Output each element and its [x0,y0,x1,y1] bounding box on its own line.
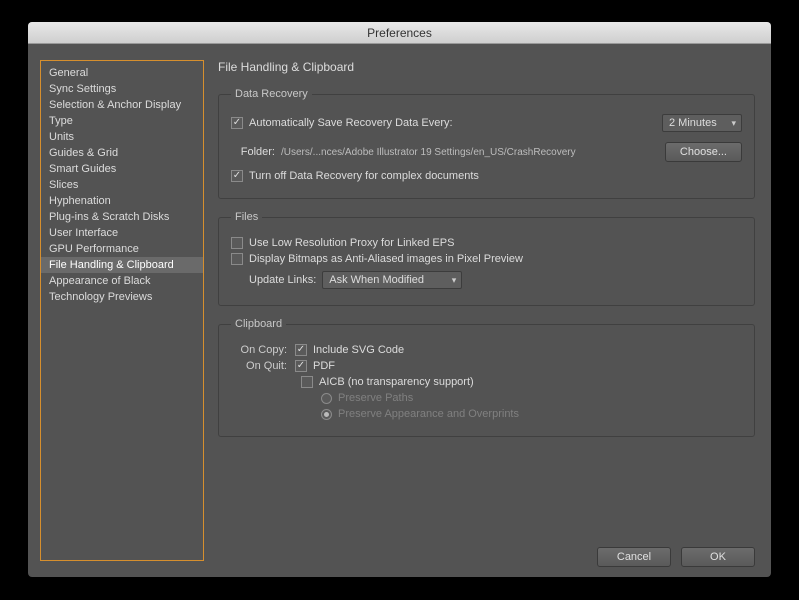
sidebar-item-appearance-black[interactable]: Appearance of Black [41,273,203,289]
sidebar-item-plugins-scratch[interactable]: Plug-ins & Scratch Disks [41,209,203,225]
label-bitmaps-antialias: Display Bitmaps as Anti-Aliased images i… [249,253,523,265]
folder-path: /Users/...nces/Adobe Illustrator 19 Sett… [281,147,576,158]
fieldset-clipboard: Clipboard On Copy: Include SVG Code On Q… [218,318,755,437]
label-aicb: AICB (no transparency support) [319,376,474,388]
sidebar-item-hyphenation[interactable]: Hyphenation [41,193,203,209]
sidebar-item-file-handling-clipboard[interactable]: File Handling & Clipboard [41,257,203,273]
sidebar-item-user-interface[interactable]: User Interface [41,225,203,241]
sidebar-item-selection-anchor[interactable]: Selection & Anchor Display [41,97,203,113]
footer: Cancel OK [218,539,755,567]
label-auto-save: Automatically Save Recovery Data Every: [249,117,453,129]
checkbox-auto-save[interactable] [231,117,243,129]
sidebar-item-type[interactable]: Type [41,113,203,129]
sidebar-item-sync-settings[interactable]: Sync Settings [41,81,203,97]
legend-data-recovery: Data Recovery [231,88,312,100]
sidebar-item-guides-grid[interactable]: Guides & Grid [41,145,203,161]
label-on-copy: On Copy: [231,344,295,356]
label-turn-off-complex: Turn off Data Recovery for complex docum… [249,170,479,182]
preferences-window: Preferences General Sync Settings Select… [28,22,771,577]
panel-title: File Handling & Clipboard [218,60,755,74]
label-preserve-paths: Preserve Paths [338,392,413,404]
checkbox-aicb[interactable] [301,376,313,388]
sidebar-item-units[interactable]: Units [41,129,203,145]
label-low-res-proxy: Use Low Resolution Proxy for Linked EPS [249,237,454,249]
sidebar-item-general[interactable]: General [41,65,203,81]
sidebar-item-slices[interactable]: Slices [41,177,203,193]
radio-preserve-paths[interactable] [321,393,332,404]
cancel-button[interactable]: Cancel [597,547,671,567]
dropdown-update-links[interactable]: Ask When Modified [322,271,462,289]
checkbox-turn-off-complex[interactable] [231,170,243,182]
checkbox-include-svg[interactable] [295,344,307,356]
sidebar-item-technology-previews[interactable]: Technology Previews [41,289,203,305]
fieldset-files: Files Use Low Resolution Proxy for Linke… [218,211,755,306]
label-on-quit: On Quit: [231,360,295,372]
ok-button[interactable]: OK [681,547,755,567]
choose-button[interactable]: Choose... [665,142,742,162]
sidebar-item-gpu-performance[interactable]: GPU Performance [41,241,203,257]
label-include-svg: Include SVG Code [313,344,404,356]
window-title: Preferences [28,22,771,44]
legend-files: Files [231,211,262,223]
dropdown-interval[interactable]: 2 Minutes [662,114,742,132]
sidebar: General Sync Settings Selection & Anchor… [40,60,204,561]
label-update-links: Update Links: [231,274,322,286]
label-pdf: PDF [313,360,335,372]
fieldset-data-recovery: Data Recovery Automatically Save Recover… [218,88,755,199]
checkbox-low-res-proxy[interactable] [231,237,243,249]
label-preserve-appearance: Preserve Appearance and Overprints [338,408,519,420]
checkbox-bitmaps-antialias[interactable] [231,253,243,265]
label-folder: Folder: [231,146,281,158]
radio-preserve-appearance[interactable] [321,409,332,420]
checkbox-pdf[interactable] [295,360,307,372]
content: General Sync Settings Selection & Anchor… [28,44,771,577]
main-panel: File Handling & Clipboard Data Recovery … [210,44,771,577]
legend-clipboard: Clipboard [231,318,286,330]
sidebar-item-smart-guides[interactable]: Smart Guides [41,161,203,177]
